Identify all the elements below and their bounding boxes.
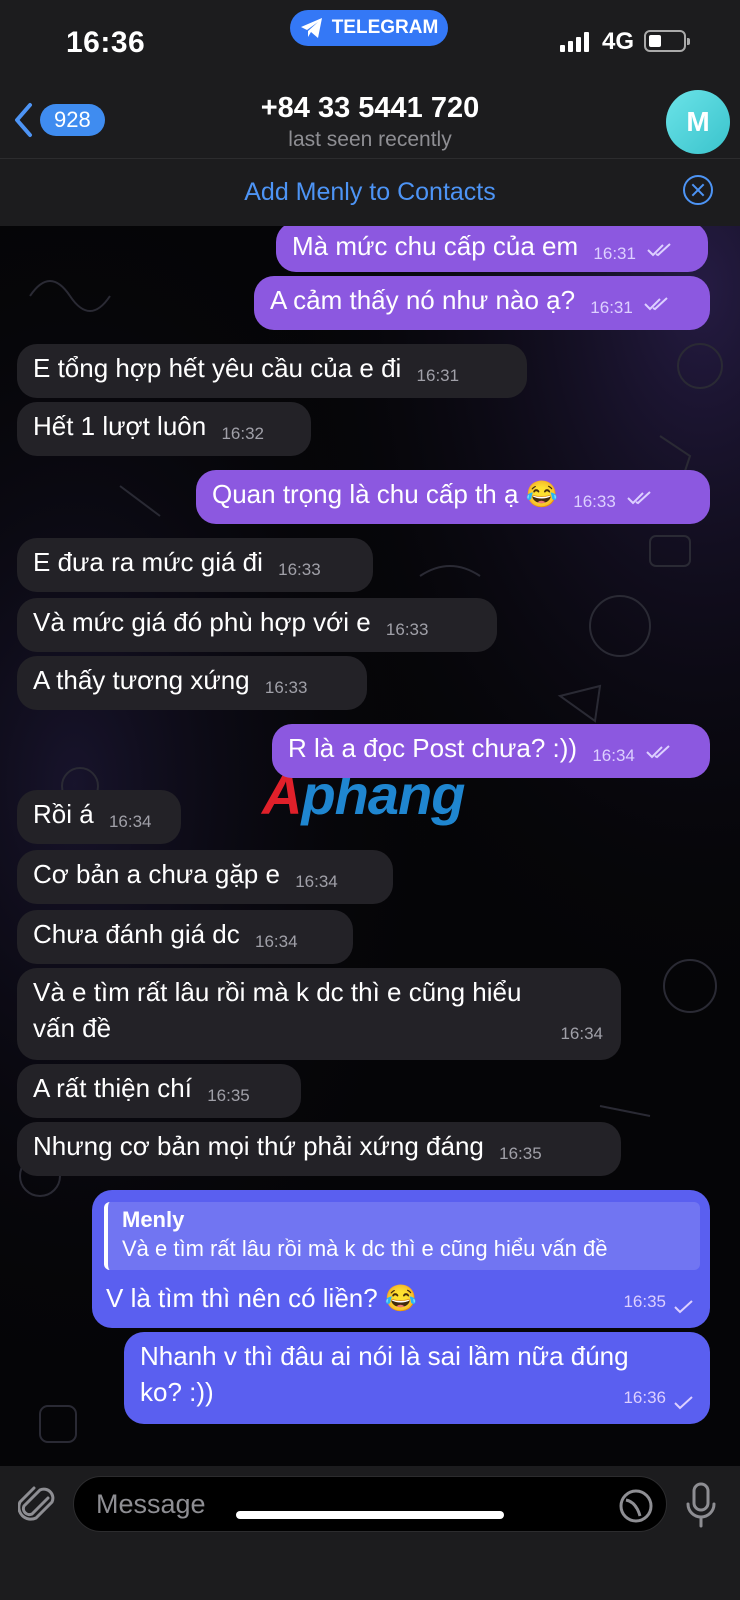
message-incoming[interactable]: Rồi á 16:34: [17, 790, 181, 844]
battery-icon: [644, 30, 690, 52]
message-text: Rồi á: [33, 799, 94, 829]
message-incoming[interactable]: Nhưng cơ bản mọi thứ phải xứng đáng 16:3…: [17, 1122, 621, 1176]
read-checkmarks-icon: [646, 745, 670, 759]
message-time: 16:35: [207, 1086, 250, 1105]
message-time: 16:35: [623, 1292, 666, 1311]
message-outgoing[interactable]: R là a đọc Post chưa? :)) 16:34: [272, 724, 710, 778]
message-time: 16:34: [295, 872, 338, 891]
message-incoming[interactable]: E đưa ra mức giá đi 16:33: [17, 538, 373, 592]
chat-title[interactable]: +84 33 5441 720: [0, 92, 740, 125]
message-text: A cảm thấy nó như nào ạ?: [270, 285, 576, 315]
avatar-letter: M: [686, 106, 710, 137]
quoted-author: Menly: [122, 1207, 185, 1232]
return-to-app-pill[interactable]: TELEGRAM: [290, 10, 448, 46]
message-time: 16:36: [623, 1388, 666, 1407]
message-text-line-2: ko? :)): [140, 1377, 214, 1407]
sent-checkmark-icon: [674, 1396, 693, 1410]
composer-bar: Message: [0, 1466, 740, 1600]
home-indicator[interactable]: [236, 1511, 504, 1519]
message-outgoing[interactable]: A cảm thấy nó như nào ạ? 16:31: [254, 276, 710, 330]
message-text-line-2: vấn đề: [33, 1013, 112, 1043]
message-time: 16:33: [573, 492, 616, 511]
message-incoming[interactable]: Và mức giá đó phù hợp với e 16:33: [17, 598, 497, 652]
message-time: 16:32: [221, 424, 264, 443]
message-outgoing-reply[interactable]: Menly Và e tìm rất lâu rồi mà k dc thì e…: [92, 1190, 710, 1328]
chat-header: 928 +84 33 5441 720 last seen recently M: [0, 90, 740, 158]
message-time: 16:34: [592, 746, 635, 765]
message-time: 16:35: [499, 1144, 542, 1163]
message-input-placeholder: Message: [96, 1489, 206, 1519]
avatar[interactable]: M: [666, 90, 730, 154]
message-text: E tổng hợp hết yêu cầu của e đi: [33, 353, 402, 383]
microphone-icon[interactable]: [684, 1482, 718, 1528]
network-type: 4G: [602, 28, 635, 55]
message-text: Hết 1 lượt luôn: [33, 411, 207, 441]
clock: 16:36: [66, 26, 146, 59]
message-time: 16:34: [255, 932, 298, 951]
message-text: Nhưng cơ bản mọi thứ phải xứng đáng: [33, 1131, 484, 1161]
message-time: 16:34: [560, 1024, 603, 1043]
message-time: 16:33: [385, 620, 429, 639]
message-text-line-1: Nhanh v thì đâu ai nói là sai lầm nữa đú…: [140, 1341, 629, 1371]
message-list[interactable]: Aphang Mà mức chu cấp của em 16:31 A cảm…: [0, 226, 740, 1466]
message-incoming[interactable]: Hết 1 lượt luôn 16:32: [17, 402, 311, 456]
read-checkmarks-icon: [644, 297, 668, 311]
read-checkmarks-icon: [627, 491, 651, 505]
message-time: 16:31: [593, 244, 636, 263]
message-input[interactable]: Message: [73, 1476, 667, 1532]
message-text-line-1: Và e tìm rất lâu rồi mà k dc thì e cũng …: [33, 977, 522, 1007]
message-incoming[interactable]: Và e tìm rất lâu rồi mà k dc thì e cũng …: [17, 968, 621, 1060]
message-outgoing[interactable]: Mà mức chu cấp của em 16:31: [276, 226, 708, 272]
message-text: Quan trọng là chu cấp th ạ 😂: [212, 479, 559, 509]
close-icon[interactable]: [683, 175, 713, 205]
last-seen-status: last seen recently: [288, 128, 452, 151]
message-text: E đưa ra mức giá đi: [33, 547, 263, 577]
message-incoming[interactable]: Cơ bản a chưa gặp e 16:34: [17, 850, 393, 904]
message-text: A rất thiện chí: [33, 1073, 192, 1103]
message-text: Cơ bản a chưa gặp e: [33, 859, 280, 889]
message-time: 16:31: [590, 298, 633, 317]
message-time: 16:31: [416, 366, 460, 385]
message-time: 16:34: [108, 812, 152, 831]
message-text: Chưa đánh giá dc: [33, 919, 240, 949]
message-outgoing[interactable]: Nhanh v thì đâu ai nói là sai lầm nữa đú…: [124, 1332, 710, 1424]
sent-checkmark-icon: [674, 1300, 693, 1314]
add-contact-bar: Add Menly to Contacts: [0, 158, 740, 227]
quoted-text: Và e tìm rất lâu rồi mà k dc thì e cũng …: [122, 1236, 608, 1261]
status-bar: 16:36 TELEGRAM 4G: [0, 0, 740, 90]
message-outgoing[interactable]: Quan trọng là chu cấp th ạ 😂 16:33: [196, 470, 710, 524]
app-pill-label: TELEGRAM: [331, 17, 439, 38]
message-time: 16:33: [264, 678, 308, 697]
read-checkmarks-icon: [647, 243, 671, 257]
paperclip-icon[interactable]: [18, 1484, 58, 1528]
message-text: R là a đọc Post chưa? :)): [288, 733, 578, 763]
quoted-reply[interactable]: Menly Và e tìm rất lâu rồi mà k dc thì e…: [104, 1202, 700, 1270]
message-text: V là tìm thì nên có liền? 😂: [106, 1283, 418, 1313]
add-to-contacts-link[interactable]: Add Menly to Contacts: [0, 178, 740, 207]
telegram-icon: [300, 18, 322, 38]
message-text: Và mức giá đó phù hợp với e: [33, 607, 371, 637]
message-incoming[interactable]: E tổng hợp hết yêu cầu của e đi 16:31: [17, 344, 527, 398]
message-time: 16:33: [278, 560, 321, 579]
message-text: Mà mức chu cấp của em: [292, 231, 579, 261]
message-text: A thấy tương xứng: [33, 665, 250, 695]
message-incoming[interactable]: A thấy tương xứng 16:33: [17, 656, 367, 710]
cellular-signal-icon: [560, 30, 589, 52]
sticker-icon[interactable]: [618, 1488, 654, 1524]
message-incoming[interactable]: Chưa đánh giá dc 16:34: [17, 910, 353, 964]
message-incoming[interactable]: A rất thiện chí 16:35: [17, 1064, 301, 1118]
